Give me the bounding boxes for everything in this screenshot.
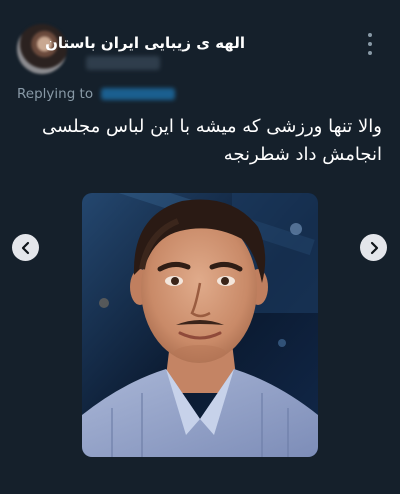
chevron-left-icon[interactable]	[12, 234, 39, 261]
username-handle-redacted[interactable]	[86, 56, 160, 70]
more-vertical-icon[interactable]	[364, 33, 376, 55]
replying-to: Replying to	[17, 86, 176, 102]
replying-to-label: Replying to	[17, 86, 94, 102]
menu-dot	[368, 51, 372, 55]
tweet-text-line: انجامش داد شطرنجه	[223, 144, 382, 165]
display-name[interactable]: الهه ی زیبایی ایران باستان	[45, 34, 245, 52]
tweet-text-line: والا تنها ورزشی که میشه با این لباس مجلس…	[42, 116, 382, 137]
portrait-photo	[82, 193, 318, 457]
tweet-text: والا تنها ورزشی که میشه با این لباس مجلس…	[18, 113, 382, 169]
chevron-right-icon[interactable]	[360, 234, 387, 261]
replying-to-handle-redacted[interactable]	[101, 88, 176, 100]
tweet-card: الهه ی زیبایی ایران باستان Replying to و…	[0, 0, 400, 494]
menu-dot	[368, 42, 372, 46]
chevron-right-glyph	[370, 241, 378, 254]
tweet-photo[interactable]	[82, 193, 318, 457]
menu-dot	[368, 33, 372, 37]
chevron-left-glyph	[21, 241, 29, 254]
